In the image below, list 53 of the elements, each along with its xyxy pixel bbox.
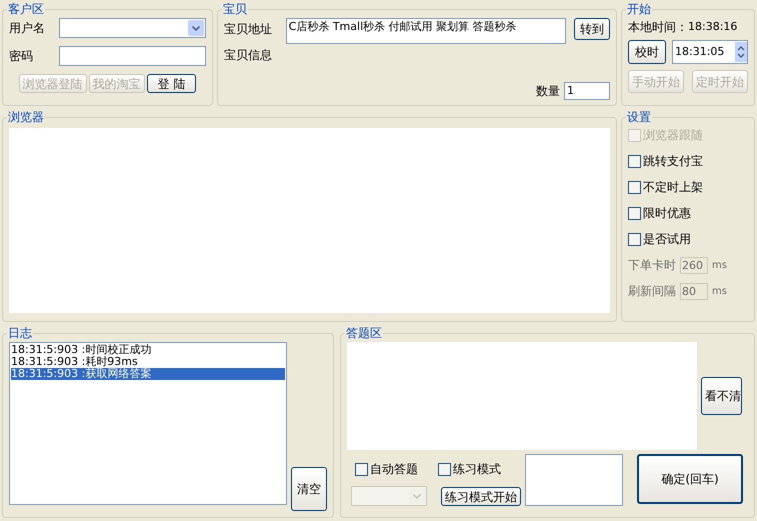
checkbox[interactable]	[628, 180, 641, 194]
field-label: 密码	[9, 48, 34, 65]
group-title: 客户区	[7, 1, 45, 18]
field-label: 刷新间隔	[628, 283, 676, 300]
log-entry[interactable]: 18:31:5:903 :获取网络答案	[11, 368, 286, 380]
group-title: 开始	[626, 1, 652, 18]
group-title: 宝贝	[222, 1, 248, 18]
checkbox[interactable]	[355, 462, 368, 476]
checkbox-label: 不定时上架	[643, 179, 703, 196]
button[interactable]: 登 陆	[146, 74, 196, 93]
spinner-arrows-icon	[735, 42, 747, 62]
number-field[interactable]: 80	[680, 282, 708, 300]
checkbox-label: 跳转支付宝	[643, 153, 703, 170]
chevron-down-icon	[409, 488, 425, 504]
checkbox[interactable]	[628, 206, 641, 220]
button[interactable]: 看不清	[701, 377, 742, 415]
checkbox[interactable]	[438, 462, 451, 476]
unit-label: ms	[712, 284, 727, 298]
checkbox[interactable]	[628, 154, 641, 168]
quantity-field[interactable]: 1	[564, 82, 610, 100]
field-label: 数量	[536, 83, 560, 100]
button[interactable]: 确定(回车)	[637, 454, 743, 504]
checkbox-label: 自动答题	[370, 461, 418, 478]
unit-label: ms	[712, 258, 727, 272]
group-title: 答题区	[345, 325, 383, 342]
dropdown-field[interactable]	[59, 18, 206, 38]
time-spinner-field[interactable]: 18:31:05	[672, 40, 748, 64]
group-title: 浏览器	[7, 109, 45, 126]
answer-field[interactable]	[525, 454, 623, 506]
checkbox-label: 限时优惠	[643, 205, 691, 222]
field-label: 宝贝地址	[224, 21, 273, 38]
button[interactable]: 练习模式开始	[441, 486, 521, 506]
checkbox-label: 浏览器跟随	[643, 127, 703, 144]
checkbox[interactable]	[628, 232, 641, 246]
password-field[interactable]	[59, 46, 206, 66]
field-label: 用户名	[9, 20, 46, 37]
button[interactable]: 校时	[628, 40, 666, 64]
checkbox-label: 练习模式	[453, 461, 501, 478]
button[interactable]: 转到	[574, 18, 610, 40]
local-time: 18:38:16	[688, 18, 738, 35]
field-label: 下单卡时	[628, 257, 676, 274]
group-title: 日志	[7, 325, 33, 342]
number-field[interactable]: 260	[680, 256, 708, 274]
address-field[interactable]: C店秒杀 Tmall秒杀 付邮试用 聚划算 答题秒杀	[286, 18, 566, 44]
field-label: 宝贝信息	[224, 47, 273, 64]
chevron-down-icon	[188, 20, 204, 36]
time-label: 本地时间：	[628, 19, 688, 36]
log-entry[interactable]: 18:31:5:903 :时间校正成功	[11, 344, 286, 356]
dropdown-field[interactable]	[351, 486, 427, 506]
log-entry[interactable]: 18:31:5:903 :耗时93ms	[11, 356, 286, 368]
checkbox-label: 是否试用	[643, 231, 691, 248]
group-title: 设置	[626, 109, 652, 126]
button[interactable]: 清空	[291, 467, 327, 511]
